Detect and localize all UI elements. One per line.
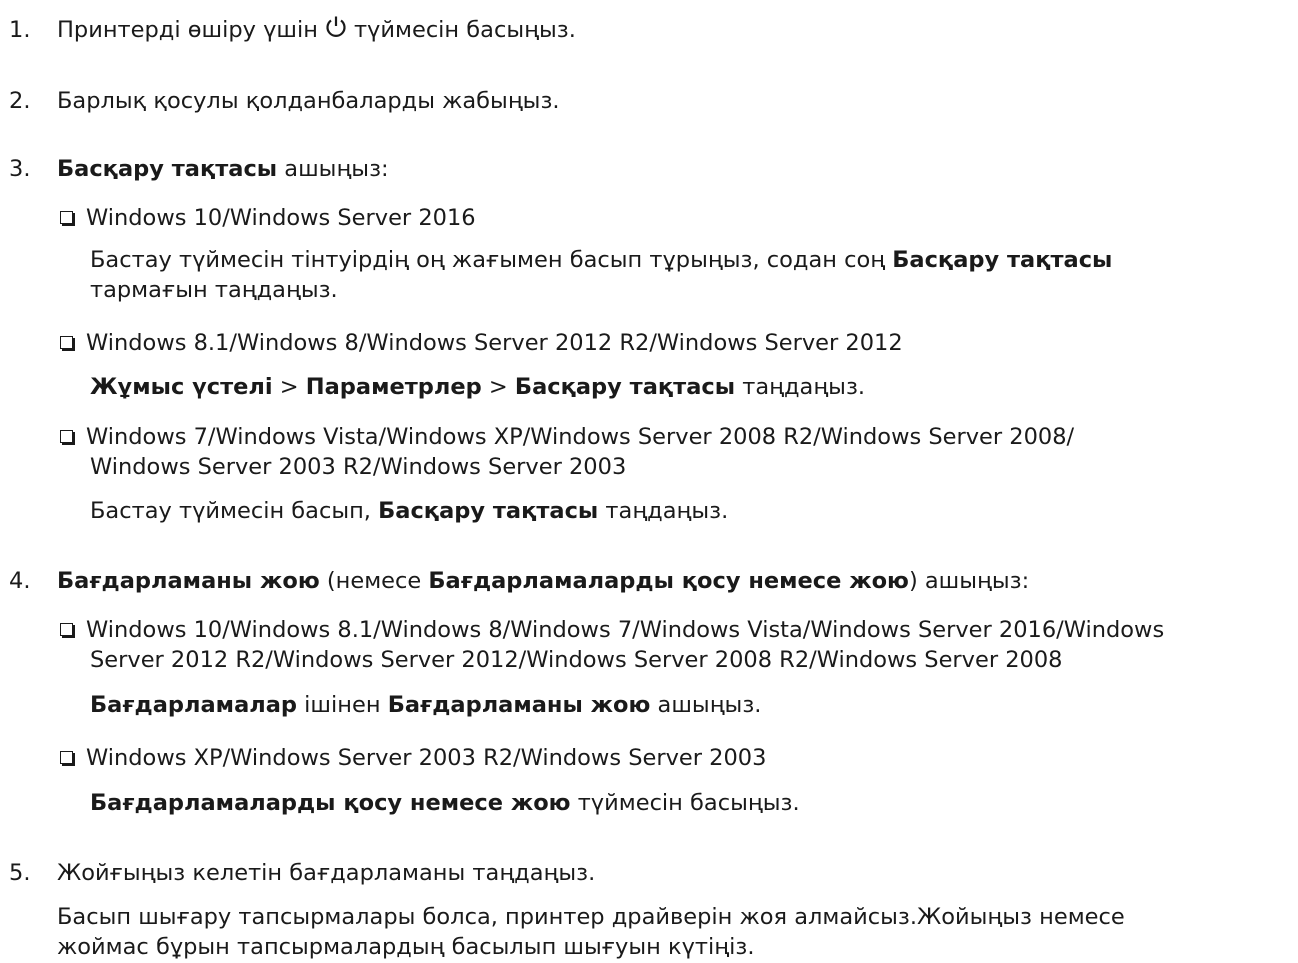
option-description-continued: тармағын таңдаңыз. [90,277,338,303]
option-label: Windows 8.1/Windows 8/Windows Server 201… [86,330,903,356]
option-label: Windows XP/Windows Server 2003 R2/Window… [86,745,767,771]
power-icon [324,15,348,48]
option-label: Windows 7/Windows Vista/Windows XP/Windo… [86,424,1075,450]
option-label-continued: Windows Server 2003 R2/Windows Server 20… [90,454,627,480]
checkbox-bullet-icon [60,211,73,224]
step-text: Басқару тақтасы ашыңыз: [57,156,389,182]
option-description: Бастау түймесін басып, Басқару тақтасы т… [90,498,729,524]
step-text: Бағдарламаны жою (немесе Бағдарламаларды… [57,568,1030,594]
step-number: 2. [9,88,31,114]
option-item: Windows 8.1/Windows 8/Windows Server 201… [60,328,903,359]
checkbox-bullet-icon [60,336,73,349]
option-description: Бастау түймесін тінтуірдің оң жағымен ба… [90,247,1113,273]
step-number: 5. [9,860,31,886]
option-item: Windows XP/Windows Server 2003 R2/Window… [60,743,766,774]
step-text: Жойғыңыз келетін бағдарламаны таңдаңыз. [57,860,596,886]
step-note: Басып шығару тапсырмалары болса, принтер… [57,904,1125,930]
document-page: 1. Принтерді өшіру үшін түймесін басыңыз.… [0,0,1298,962]
option-description: Бағдарламаларды қосу немесе жою түймесін… [90,790,800,816]
checkbox-bullet-icon [60,430,73,443]
step-number: 4. [9,568,31,594]
step-note-continued: жоймас бұрын тапсырмалардың басылып шығу… [57,934,755,960]
option-description: Бағдарламалар ішінен Бағдарламаны жою аш… [90,692,762,718]
step-text: Барлық қосулы қолданбаларды жабыңыз. [57,88,560,114]
step-number: 3. [9,156,31,182]
option-description: Жұмыс үстелі > Параметрлер > Басқару тақ… [90,374,866,400]
option-item: Windows 10/Windows 8.1/Windows 8/Windows… [60,615,1164,646]
step-text: Принтерді өшіру үшін түймесін басыңыз. [57,15,576,48]
option-item: Windows 7/Windows Vista/Windows XP/Windo… [60,422,1074,453]
checkbox-bullet-icon [60,623,73,636]
option-label-continued: Server 2012 R2/Windows Server 2012/Windo… [90,647,1063,673]
step-number: 1. [9,17,31,43]
option-item: Windows 10/Windows Server 2016 [60,203,476,234]
option-label: Windows 10/Windows 8.1/Windows 8/Windows… [86,617,1165,643]
option-label: Windows 10/Windows Server 2016 [86,205,476,231]
checkbox-bullet-icon [60,751,73,764]
